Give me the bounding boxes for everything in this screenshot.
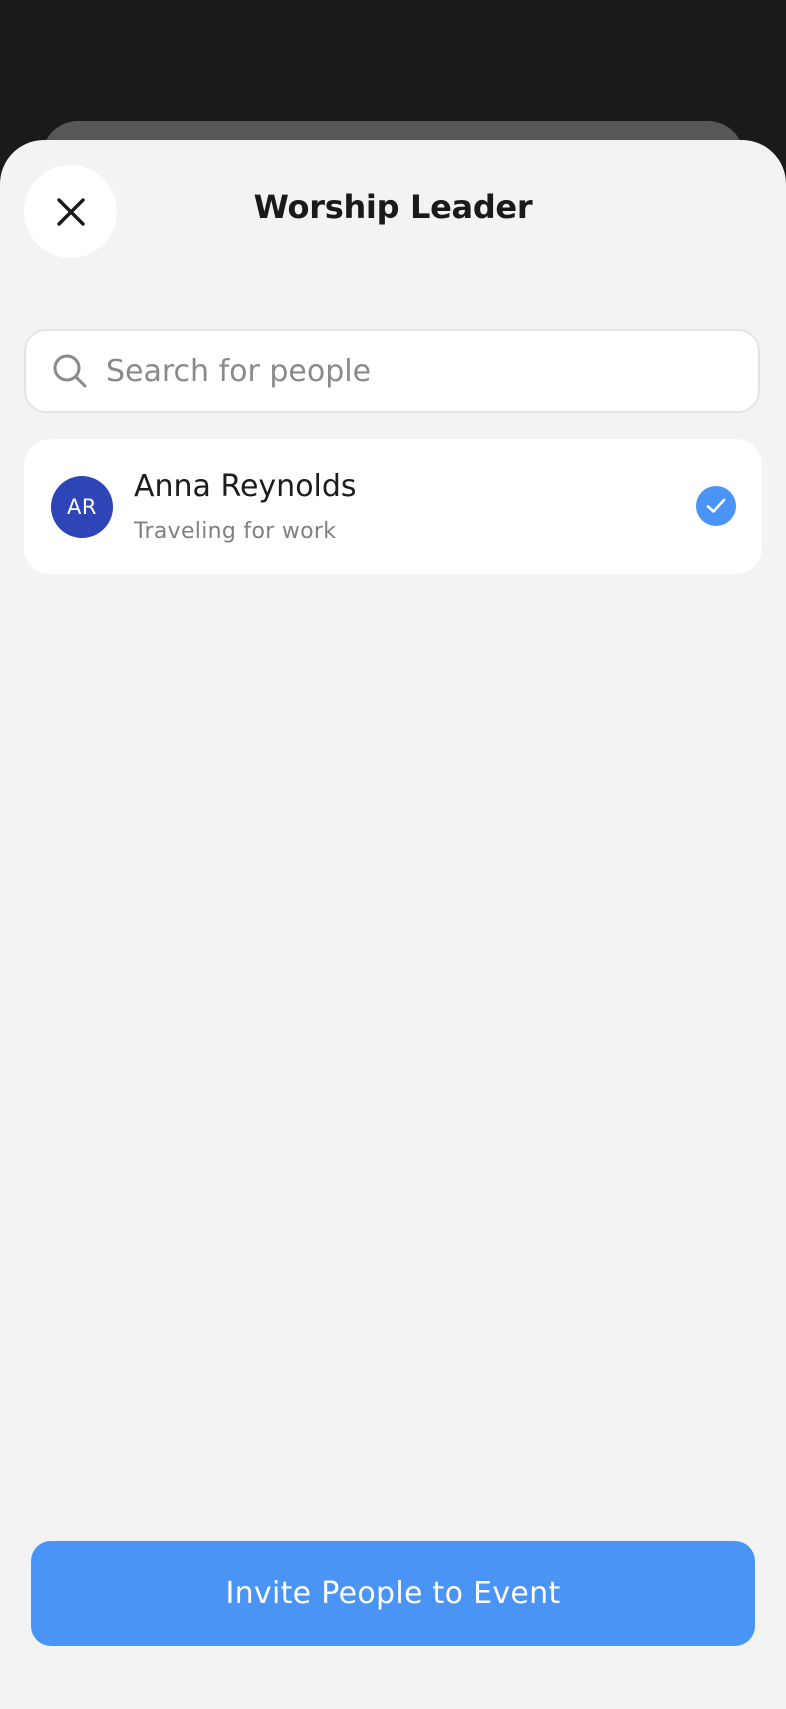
search-field[interactable] [24, 329, 760, 413]
list-item[interactable]: AR Anna Reynolds Traveling for work [24, 439, 762, 574]
selected-checkbox[interactable] [696, 486, 736, 526]
search-icon [52, 353, 88, 389]
person-status: Traveling for work [134, 519, 337, 544]
search-input[interactable] [104, 352, 708, 390]
avatar: AR [51, 476, 113, 538]
person-name: Anna Reynolds [134, 469, 357, 504]
invite-people-button[interactable]: Invite People to Event [31, 1541, 755, 1646]
checkmark-icon [706, 498, 726, 513]
bottom-sheet: Worship Leader AR Anna Reynolds Travelin… [0, 140, 786, 1709]
avatar-initials: AR [67, 495, 97, 519]
page-title: Worship Leader [253, 188, 533, 226]
